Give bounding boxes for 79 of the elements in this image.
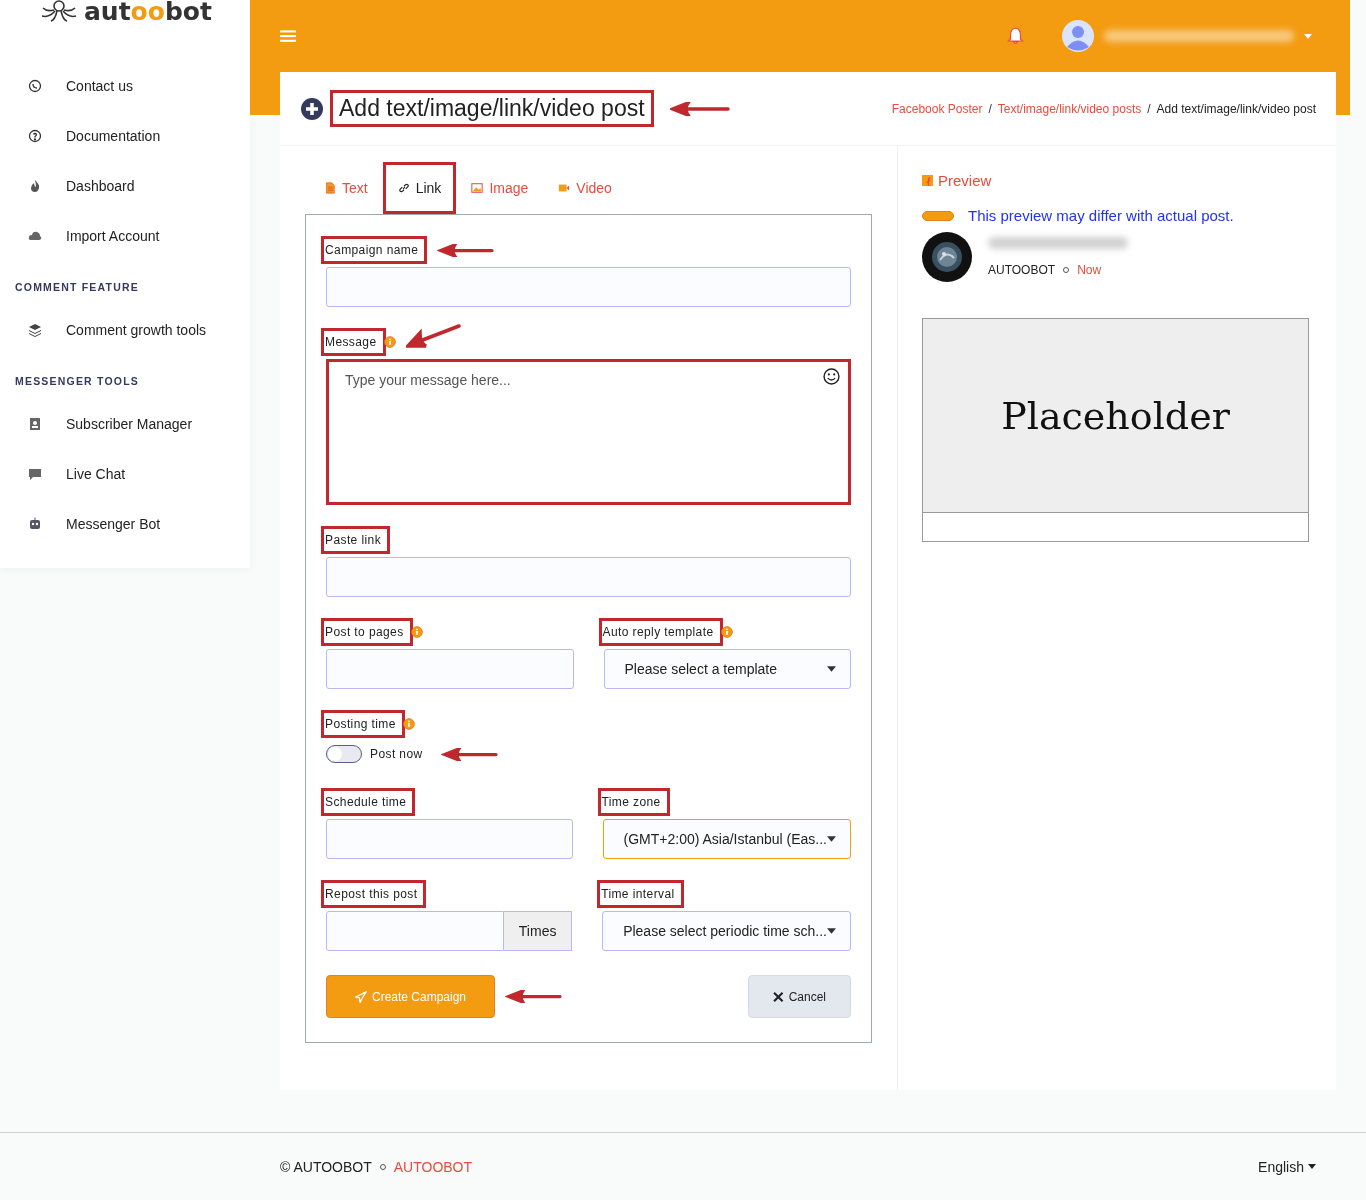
page-name: AUTOOBOT bbox=[988, 263, 1056, 277]
breadcrumb-separator: / bbox=[988, 101, 992, 116]
bell-icon[interactable] bbox=[1007, 27, 1024, 45]
select-field[interactable]: (GMT+2:00) Asia/Istanbul (Eas... bbox=[602, 819, 851, 859]
sidebar-item[interactable]: Comment growth tools bbox=[0, 305, 250, 355]
field-label: Posting time bbox=[321, 710, 405, 738]
plus-circle-icon bbox=[300, 96, 324, 121]
speech-bubble-icon bbox=[28, 467, 42, 481]
sidebar-item[interactable]: Dashboard bbox=[0, 161, 250, 211]
tab[interactable]: Video bbox=[543, 162, 627, 214]
text-field[interactable] bbox=[326, 557, 851, 597]
sidebar-section-title: MESSENGER TOOLS bbox=[14, 374, 140, 389]
preview-note: This preview may differ with actual post. bbox=[968, 207, 1234, 224]
preview-title: Preview bbox=[938, 172, 992, 189]
sidebar-item[interactable]: Live Chat bbox=[0, 449, 250, 499]
emoji-icon[interactable] bbox=[823, 368, 840, 385]
field-label: Campaign name bbox=[321, 236, 428, 264]
post-time: Now bbox=[1077, 263, 1102, 277]
text-field[interactable] bbox=[326, 819, 573, 859]
caret-icon bbox=[827, 666, 836, 672]
field-label: Schedule time bbox=[321, 788, 416, 816]
video-camera-icon bbox=[558, 182, 571, 194]
tab[interactable]: Image bbox=[456, 162, 544, 214]
placeholder-image: Placeholder bbox=[923, 319, 1308, 513]
sidebar-item[interactable]: Documentation bbox=[0, 111, 250, 161]
caret-icon[interactable] bbox=[1304, 33, 1312, 39]
select-field[interactable]: Please select periodic time sch... bbox=[602, 911, 851, 951]
logo[interactable]: autoobot bbox=[0, 0, 250, 24]
message-field[interactable]: Type your message here... bbox=[326, 359, 851, 505]
sidebar-section-title: COMMENT FEATURE bbox=[14, 280, 140, 295]
cloud-icon bbox=[28, 229, 42, 243]
text-field[interactable] bbox=[326, 267, 851, 307]
breadcrumb-current: Add text/image/link/video post bbox=[1156, 101, 1316, 116]
breadcrumb-separator: / bbox=[1147, 101, 1151, 116]
field-label: Paste link bbox=[321, 526, 391, 554]
breadcrumb-link[interactable]: Text/image/link/video posts bbox=[997, 101, 1142, 116]
number-field[interactable] bbox=[326, 911, 505, 951]
sidebar-item[interactable]: Contact us bbox=[0, 61, 250, 111]
facebook-square-icon bbox=[922, 175, 933, 186]
robot-icon bbox=[28, 517, 42, 531]
contact-card-icon bbox=[28, 417, 42, 431]
image-icon bbox=[471, 182, 484, 194]
document-icon bbox=[324, 182, 336, 194]
layers-icon bbox=[28, 323, 42, 337]
text-field[interactable] bbox=[326, 649, 574, 689]
toggle-switch[interactable] bbox=[326, 745, 362, 763]
field-label: Post to pages bbox=[321, 618, 413, 646]
footer-link[interactable]: AUTOOBOT bbox=[393, 1158, 473, 1175]
input-addon: Times bbox=[504, 911, 573, 951]
caret-icon bbox=[827, 836, 836, 842]
tab[interactable]: Text bbox=[309, 162, 383, 214]
page-title: Add text/image/link/video post bbox=[330, 90, 654, 127]
field-label: Repost this post bbox=[321, 880, 427, 908]
breadcrumb-link[interactable]: Facebook Poster bbox=[891, 101, 983, 116]
copyright-text: © AUTOOBOT bbox=[280, 1158, 372, 1175]
avatar-icon[interactable] bbox=[1062, 20, 1094, 52]
help-icon bbox=[28, 129, 42, 143]
select-field[interactable]: Please select a template bbox=[603, 649, 851, 689]
flame-icon bbox=[28, 179, 42, 193]
language-selector[interactable]: English bbox=[1258, 1158, 1316, 1175]
link-icon bbox=[397, 182, 410, 194]
toggle-label: Post now bbox=[370, 747, 423, 761]
sidebar-item[interactable]: Subscriber Manager bbox=[0, 399, 250, 449]
cancel-button[interactable]: Cancel bbox=[748, 975, 851, 1018]
menu-icon[interactable] bbox=[280, 29, 297, 43]
notice-pill bbox=[922, 210, 954, 221]
close-icon bbox=[773, 990, 784, 1003]
blurred-user-name[interactable] bbox=[1104, 30, 1294, 42]
sidebar-item[interactable]: Import Account bbox=[0, 211, 250, 261]
caret-icon bbox=[1308, 1164, 1316, 1169]
field-label: Time interval bbox=[597, 880, 684, 908]
tab[interactable]: Link bbox=[382, 162, 457, 214]
chat-icon bbox=[28, 79, 42, 93]
sidebar-item[interactable]: Messenger Bot bbox=[0, 499, 250, 549]
field-label: Auto reply template bbox=[598, 618, 723, 646]
caret-icon bbox=[827, 928, 836, 934]
field-label: Message bbox=[321, 328, 386, 356]
paper-plane-icon bbox=[354, 990, 367, 1003]
field-label: Time zone bbox=[597, 788, 670, 816]
